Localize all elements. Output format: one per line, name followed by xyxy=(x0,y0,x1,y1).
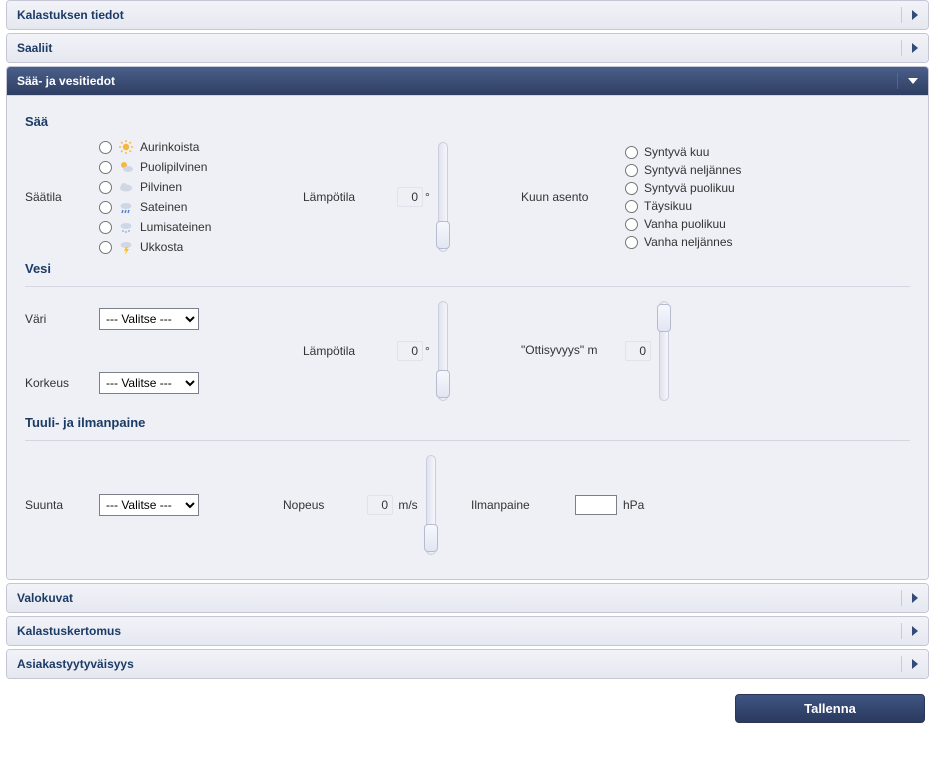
slider-thumb[interactable] xyxy=(436,370,450,398)
water-height-select[interactable]: --- Valitse --- xyxy=(99,372,199,394)
air-temp-label: Lämpötila xyxy=(303,190,393,204)
panel-title: Kalastuksen tiedot xyxy=(17,8,124,22)
weather-radio-cloudy-input[interactable] xyxy=(99,181,112,194)
separator-line xyxy=(25,440,910,441)
sun-icon xyxy=(118,139,134,155)
weather-radio-rainy[interactable]: Sateinen xyxy=(99,199,299,215)
moon-group: Syntyvä kuu Syntyvä neljännes Syntyvä pu… xyxy=(625,145,885,249)
water-height-label: Korkeus xyxy=(25,376,95,390)
water-color-select[interactable]: --- Valitse --- xyxy=(99,308,199,330)
separator xyxy=(901,590,902,606)
water-color-label: Väri xyxy=(25,312,95,326)
air-temp-slider[interactable] xyxy=(438,142,448,252)
weather-radio-sunny-input[interactable] xyxy=(99,141,112,154)
separator xyxy=(901,623,902,639)
moon-radio-new[interactable]: Syntyvä kuu xyxy=(625,145,885,159)
moon-radio-waxing-half[interactable]: Syntyvä puolikuu xyxy=(625,181,885,195)
moon-radio-waxing-quarter[interactable]: Syntyvä neljännes xyxy=(625,163,885,177)
chevron-down-icon xyxy=(908,78,918,84)
weather-radio-snowy-input[interactable] xyxy=(99,221,112,234)
weather-radio-thunder[interactable]: Ukkosta xyxy=(99,239,299,255)
weather-radio-label: Pilvinen xyxy=(140,180,182,194)
moon-radio-waning-quarter[interactable]: Vanha neljännes xyxy=(625,235,885,249)
weather-radio-rainy-input[interactable] xyxy=(99,201,112,214)
separator xyxy=(901,656,902,672)
moon-radio-label: Täysikuu xyxy=(644,199,692,213)
rain-icon xyxy=(118,199,134,215)
chevron-right-icon xyxy=(912,10,918,20)
section-title-weather: Sää xyxy=(25,114,910,129)
pressure-label: Ilmanpaine xyxy=(471,498,571,512)
weather-radio-thunder-input[interactable] xyxy=(99,241,112,254)
weather-radio-label: Sateinen xyxy=(140,200,187,214)
slider-thumb[interactable] xyxy=(657,304,671,332)
moon-radio-label: Syntyvä neljännes xyxy=(644,163,741,177)
pressure-input[interactable] xyxy=(575,495,617,515)
moon-radio-full[interactable]: Täysikuu xyxy=(625,199,885,213)
separator xyxy=(901,40,902,56)
weather-radio-label: Lumisateinen xyxy=(140,220,211,234)
weather-radio-partly-cloudy[interactable]: Puolipilvinen xyxy=(99,159,299,175)
panel-header-kalastuskertomus[interactable]: Kalastuskertomus xyxy=(7,617,928,645)
wind-dir-select[interactable]: --- Valitse --- xyxy=(99,494,199,516)
weather-radio-label: Aurinkoista xyxy=(140,140,199,154)
wind-speed-label: Nopeus xyxy=(283,498,363,512)
panel-header-kalastuksen-tiedot[interactable]: Kalastuksen tiedot xyxy=(7,1,928,29)
section-title-wind: Tuuli- ja ilmanpaine xyxy=(25,415,910,430)
chevron-right-icon xyxy=(912,626,918,636)
weather-condition-group: Aurinkoista Puolipilvinen xyxy=(99,139,299,255)
thunder-icon xyxy=(118,239,134,255)
panel-title: Sää- ja vesitiedot xyxy=(17,74,115,88)
chevron-right-icon xyxy=(912,593,918,603)
panel-header-valokuvat[interactable]: Valokuvat xyxy=(7,584,928,612)
chevron-right-icon xyxy=(912,659,918,669)
separator xyxy=(901,7,902,23)
snow-icon xyxy=(118,219,134,235)
partly-cloudy-icon xyxy=(118,159,134,175)
moon-radio-waning-half[interactable]: Vanha puolikuu xyxy=(625,217,885,231)
cloud-icon xyxy=(118,179,134,195)
water-temp-unit: ° xyxy=(425,344,430,358)
depth-value: 0 xyxy=(625,341,651,361)
water-temp-label: Lämpötila xyxy=(303,344,393,358)
wind-speed-slider[interactable] xyxy=(426,455,436,555)
slider-thumb[interactable] xyxy=(424,524,438,552)
pressure-unit: hPa xyxy=(623,498,644,512)
moon-radio-label: Vanha puolikuu xyxy=(644,217,726,231)
depth-label: "Ottisyvyys" m xyxy=(521,343,621,359)
air-temp-unit: ° xyxy=(425,190,430,204)
panel-header-saaliit[interactable]: Saaliit xyxy=(7,34,928,62)
chevron-right-icon xyxy=(912,43,918,53)
weather-radio-label: Puolipilvinen xyxy=(140,160,207,174)
wind-speed-unit: m/s xyxy=(398,498,417,512)
separator xyxy=(897,73,898,89)
separator-line xyxy=(25,286,910,287)
moon-radio-label: Syntyvä kuu xyxy=(644,145,709,159)
save-button[interactable]: Tallenna xyxy=(735,694,925,723)
depth-slider[interactable] xyxy=(659,301,669,401)
panel-header-asiakastyytyvaisyys[interactable]: Asiakastyytyväisyys xyxy=(7,650,928,678)
panel-header-saa-vesi[interactable]: Sää- ja vesitiedot xyxy=(7,67,928,95)
water-temp-slider[interactable] xyxy=(438,301,448,401)
moon-radio-label: Syntyvä puolikuu xyxy=(644,181,735,195)
panel-title: Kalastuskertomus xyxy=(17,624,121,638)
weather-radio-sunny[interactable]: Aurinkoista xyxy=(99,139,299,155)
panel-title: Saaliit xyxy=(17,41,52,55)
water-temp-value: 0 xyxy=(397,341,423,361)
weather-radio-snowy[interactable]: Lumisateinen xyxy=(99,219,299,235)
moon-label: Kuun asento xyxy=(521,190,621,204)
weather-condition-label: Säätila xyxy=(25,190,85,204)
weather-radio-label: Ukkosta xyxy=(140,240,183,254)
weather-radio-cloudy[interactable]: Pilvinen xyxy=(99,179,299,195)
panel-title: Valokuvat xyxy=(17,591,73,605)
section-title-water: Vesi xyxy=(25,261,910,276)
slider-thumb[interactable] xyxy=(436,221,450,249)
panel-title: Asiakastyytyväisyys xyxy=(17,657,134,671)
wind-dir-label: Suunta xyxy=(25,498,95,512)
weather-radio-partly-cloudy-input[interactable] xyxy=(99,161,112,174)
air-temp-value: 0 xyxy=(397,187,423,207)
moon-radio-label: Vanha neljännes xyxy=(644,235,733,249)
wind-speed-value: 0 xyxy=(367,495,393,515)
